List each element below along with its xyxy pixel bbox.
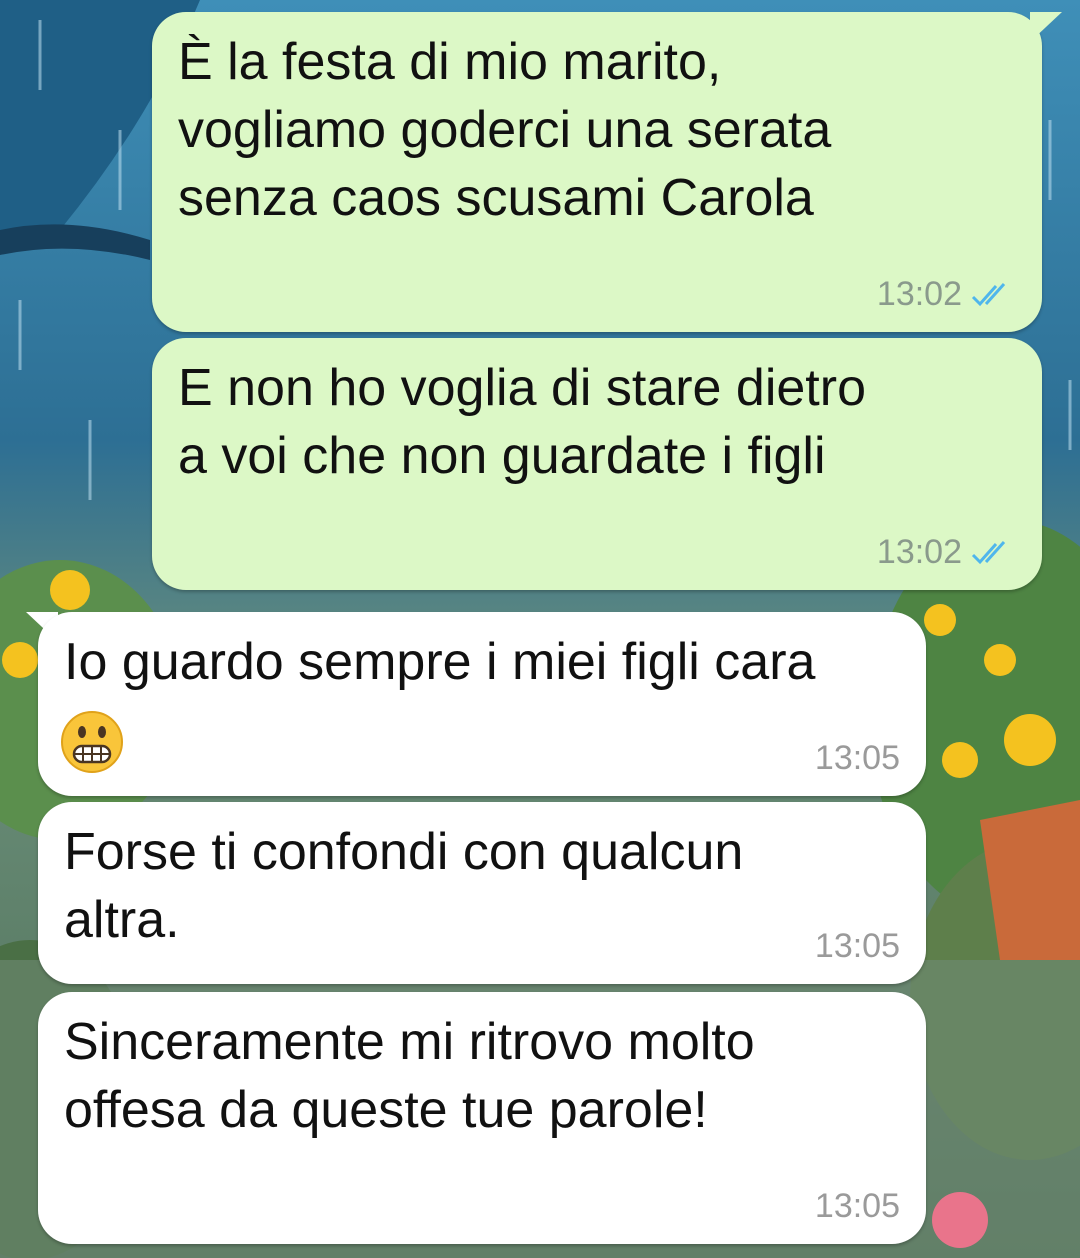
message-text: È la festa di mio marito, vogliamo goder… [178, 33, 832, 227]
grimacing-face-icon [61, 711, 123, 773]
message-meta: 13:02 [877, 533, 1016, 572]
message-time: 13:02 [876, 275, 962, 313]
message-meta: 13:05 [815, 1187, 900, 1226]
message-time: 13:02 [876, 533, 962, 571]
message-time: 13:05 [814, 1187, 900, 1225]
message-bubble-incoming[interactable]: Sinceramente mi ritrovo molto offesa da … [38, 992, 926, 1244]
message-meta: 13:05 [815, 739, 900, 778]
message-text: Sinceramente mi ritrovo molto offesa da … [64, 1013, 755, 1139]
message-bubble-incoming[interactable]: Forse ti confondi con qualcun altra. 13:… [38, 802, 926, 984]
message-text: Io guardo sempre i miei figli cara [64, 633, 816, 691]
bubble-tail-icon [1030, 12, 1062, 42]
message-meta: 13:05 [815, 927, 900, 966]
message-text: E non ho voglia di stare dietro a voi ch… [178, 359, 866, 485]
message-bubble-incoming[interactable]: Io guardo sempre i miei figli cara 13:05 [38, 612, 926, 796]
message-time: 13:05 [814, 927, 900, 965]
message-time: 13:05 [814, 739, 900, 777]
message-bubble-outgoing[interactable]: E non ho voglia di stare dietro a voi ch… [152, 338, 1042, 590]
message-text: Forse ti confondi con qualcun altra. [64, 823, 744, 949]
read-ticks-icon [971, 540, 1006, 564]
message-meta: 13:02 [877, 275, 1016, 314]
message-bubble-outgoing[interactable]: È la festa di mio marito, vogliamo goder… [152, 12, 1042, 332]
read-ticks-icon [971, 282, 1006, 306]
